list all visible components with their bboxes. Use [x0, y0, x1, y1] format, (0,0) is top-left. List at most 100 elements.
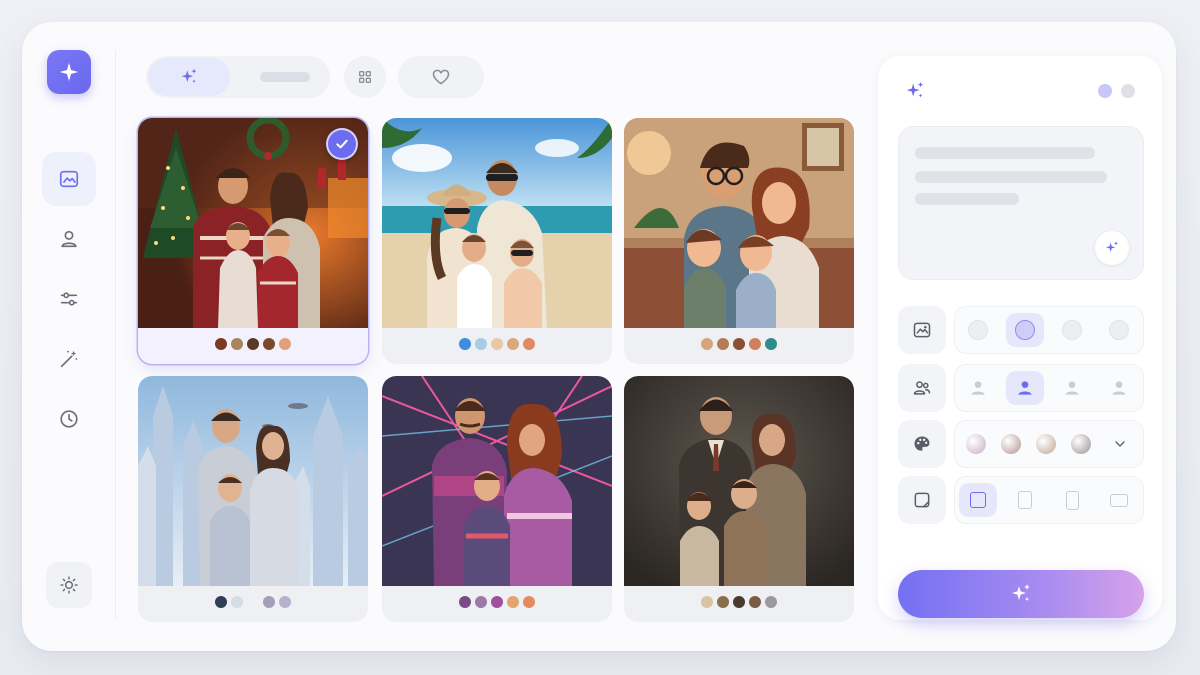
color-swatch [701, 338, 713, 350]
prompt-text-line [915, 147, 1095, 159]
ratio-option-square[interactable] [959, 483, 997, 517]
color-swatch [717, 338, 729, 350]
sidebar [22, 22, 116, 651]
family-photo [138, 376, 368, 586]
chevron-down-icon [1115, 441, 1125, 447]
style-option-row [898, 306, 1144, 354]
family-photo [624, 376, 854, 586]
person-icon [1112, 381, 1126, 395]
color-swatch [749, 596, 761, 608]
color-swatch [263, 338, 275, 350]
color-swatch [507, 338, 519, 350]
magic-wand-icon [60, 350, 78, 368]
favorites-button[interactable] [398, 56, 484, 98]
person-icon [971, 381, 985, 395]
color-swatch [765, 596, 777, 608]
palette-swatches [382, 596, 612, 608]
color-swatch [247, 338, 259, 350]
color-swatch [279, 596, 291, 608]
heart-icon [432, 69, 450, 85]
image-icon [913, 322, 931, 338]
generate-button[interactable] [898, 570, 1144, 618]
enhance-prompt-button[interactable] [1095, 231, 1129, 265]
panel-dot[interactable] [1121, 84, 1135, 98]
grid-view-button[interactable] [344, 56, 386, 98]
palette-option-row [898, 420, 1144, 468]
tab-secondary[interactable] [260, 72, 310, 82]
palette-option[interactable] [957, 427, 995, 461]
sidebar-item-adjustments[interactable] [42, 272, 96, 326]
gallery-card-beach[interactable] [382, 118, 612, 364]
ratio-option-tall[interactable] [1053, 483, 1091, 517]
color-swatch [523, 596, 535, 608]
gallery-card-cartoon[interactable] [624, 118, 854, 364]
color-swatch [717, 596, 729, 608]
color-swatch [507, 596, 519, 608]
sidebar-item-history[interactable] [42, 392, 96, 446]
app-window [22, 22, 1176, 651]
color-swatch [279, 338, 291, 350]
gallery-card-sci-fi[interactable] [138, 376, 368, 622]
theme-toggle-button[interactable] [46, 562, 92, 608]
people-option-selected[interactable] [1006, 371, 1044, 405]
ratio-option-portrait[interactable] [1006, 483, 1044, 517]
aspect-ratio-option-row [898, 476, 1144, 524]
color-swatch [491, 338, 503, 350]
sparkles-icon [181, 68, 197, 83]
sidebar-item-images[interactable] [42, 152, 96, 206]
sun-icon [60, 576, 78, 594]
image-icon [59, 170, 79, 188]
palette-option[interactable] [1027, 427, 1065, 461]
style-options [954, 306, 1144, 354]
aspect-ratio-icon [914, 492, 930, 508]
palette-option[interactable] [992, 427, 1030, 461]
ratio-option-landscape[interactable] [1100, 483, 1138, 517]
people-option[interactable] [1100, 371, 1138, 405]
sparkle-icon [59, 62, 79, 82]
gallery-card-vintage[interactable] [624, 376, 854, 622]
selected-check-icon [326, 128, 358, 160]
style-option[interactable] [1100, 313, 1138, 347]
palette-swatches [138, 338, 368, 350]
palette-icon [914, 436, 930, 451]
gallery-card-christmas[interactable] [138, 118, 368, 364]
color-swatch [231, 596, 243, 608]
people-row-label [898, 364, 946, 412]
color-swatch [733, 338, 745, 350]
palette-swatches [138, 596, 368, 608]
style-option[interactable] [1053, 313, 1091, 347]
sidebar-item-magic[interactable] [42, 332, 96, 386]
family-photo [624, 118, 854, 328]
mode-tabs [146, 56, 330, 98]
color-swatch [733, 596, 745, 608]
color-swatch [475, 338, 487, 350]
person-icon [1018, 381, 1032, 395]
gallery-card-retro-80s[interactable] [382, 376, 612, 622]
palette-option[interactable] [1062, 427, 1100, 461]
panel-dot-active[interactable] [1098, 84, 1112, 98]
prompt-text-line [915, 193, 1019, 205]
settings-panel [878, 56, 1162, 620]
app-logo[interactable] [47, 50, 91, 94]
more-palettes-button[interactable] [1101, 427, 1139, 461]
person-icon [1065, 381, 1079, 395]
prompt-text-line [915, 171, 1107, 183]
people-options [954, 364, 1144, 412]
palette-swatches [382, 338, 612, 350]
people-option[interactable] [1053, 371, 1091, 405]
style-option-selected[interactable] [1006, 313, 1044, 347]
sidebar-item-profile[interactable] [42, 212, 96, 266]
prompt-input[interactable] [898, 126, 1144, 280]
aspect-ratio-row-label [898, 476, 946, 524]
color-swatch [247, 596, 259, 608]
family-photo [382, 376, 612, 586]
palette-options [954, 420, 1144, 468]
color-swatch [263, 596, 275, 608]
tab-generate[interactable] [148, 58, 230, 96]
color-swatch [215, 338, 227, 350]
style-option[interactable] [959, 313, 997, 347]
color-swatch [231, 338, 243, 350]
color-swatch [459, 338, 471, 350]
people-option[interactable] [959, 371, 997, 405]
color-swatch [523, 338, 535, 350]
